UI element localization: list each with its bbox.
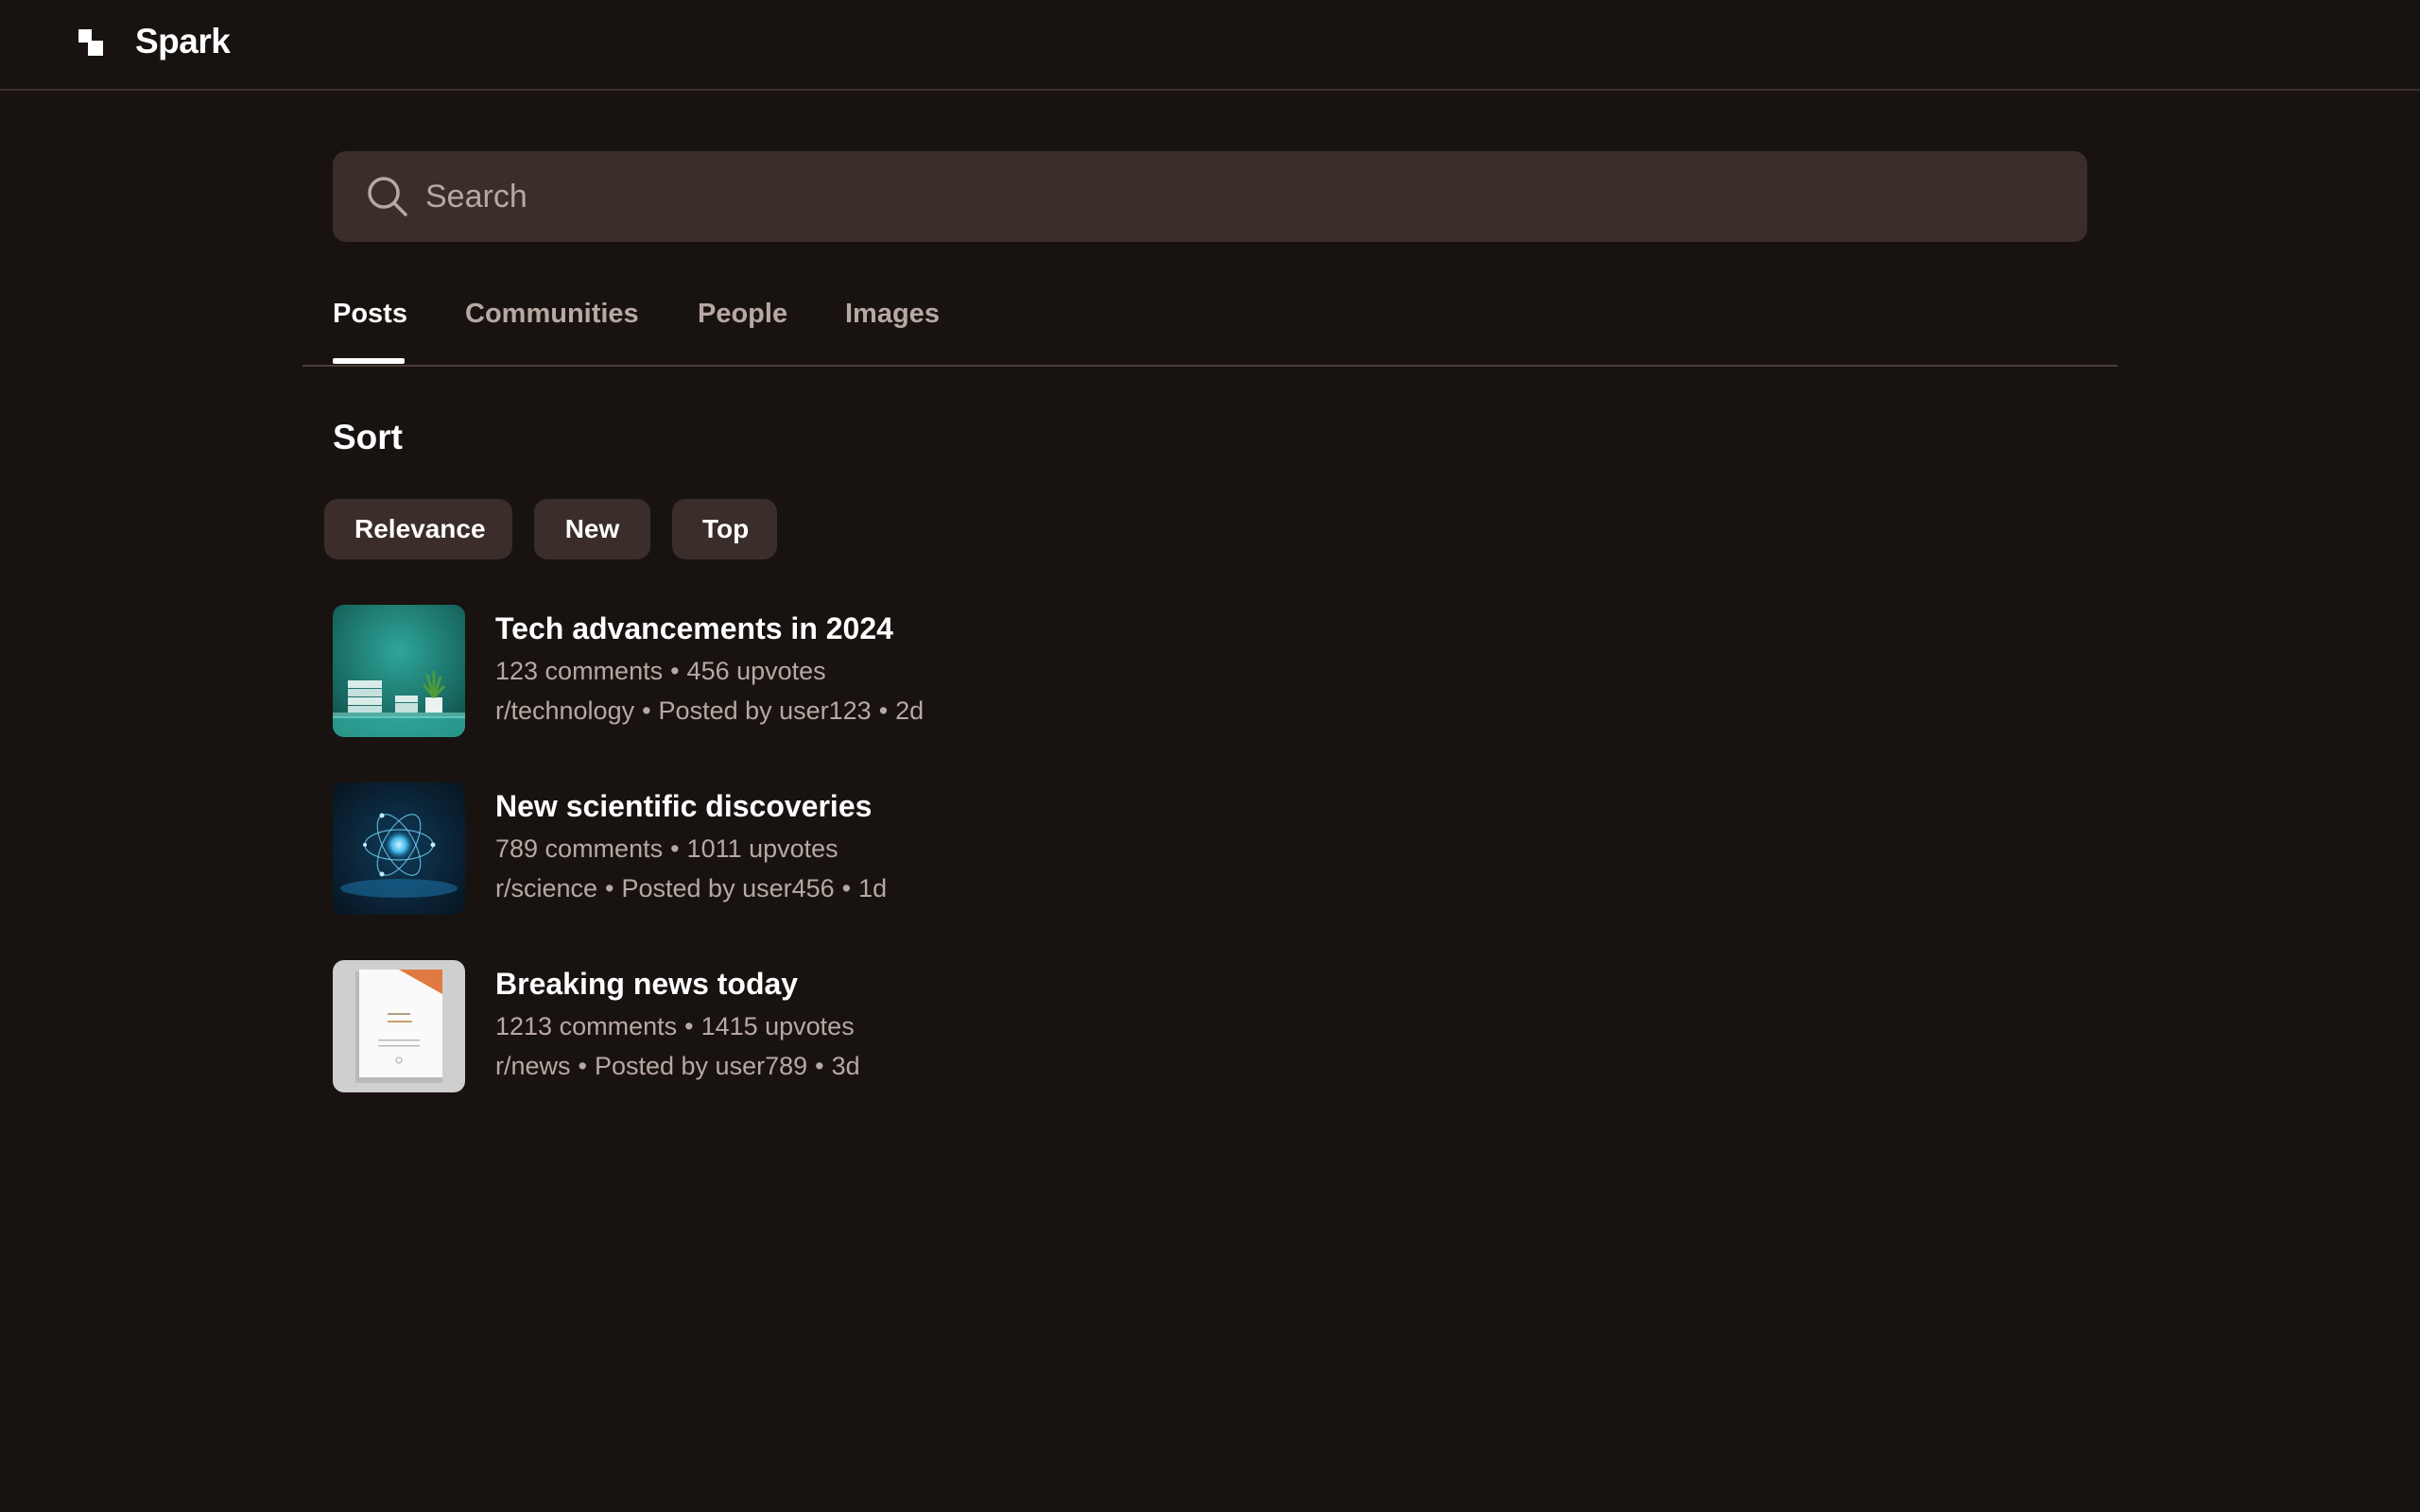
atom-thumbnail[interactable] (333, 782, 465, 915)
result-meta: r/science • Posted by user456 • 1d (495, 871, 887, 905)
newspaper-thumbnail[interactable] (333, 960, 465, 1092)
separator: • (605, 874, 614, 902)
search-tabs: Posts Communities People Images (302, 284, 2118, 367)
community-link[interactable]: r/technology (495, 696, 634, 725)
search-input[interactable] (424, 168, 2031, 225)
separator: • (670, 657, 680, 685)
community-link[interactable]: r/science (495, 874, 597, 902)
post-age: 3d (831, 1052, 860, 1080)
separator: • (878, 696, 889, 725)
separator: • (642, 696, 651, 725)
community-link[interactable]: r/news (495, 1052, 571, 1080)
sort-heading: Sort (333, 418, 403, 456)
result-stats: 789 comments • 1011 upvotes (495, 832, 838, 866)
separator: • (684, 1012, 694, 1040)
comment-count: 1213 comments (495, 1012, 678, 1040)
separator: • (578, 1052, 587, 1080)
result-stats: 1213 comments • 1415 upvotes (495, 1009, 855, 1043)
result-meta: r/technology • Posted by user123 • 2d (495, 694, 924, 728)
comment-count: 789 comments (495, 834, 664, 863)
posted-by: Posted by user789 (594, 1052, 808, 1080)
result-title[interactable]: Tech advancements in 2024 (495, 609, 893, 648)
tab-posts[interactable]: Posts (333, 295, 407, 333)
tech-desk-thumbnail[interactable] (333, 605, 465, 737)
sort-relevance-button[interactable]: Relevance (324, 499, 512, 559)
upvote-count: 456 upvotes (686, 657, 826, 685)
tab-images[interactable]: Images (845, 295, 940, 333)
separator: • (815, 1052, 824, 1080)
search-bar[interactable] (333, 151, 2087, 242)
result-item[interactable]: New scientific discoveries 789 comments •… (333, 782, 1467, 915)
top-header: Spark (0, 0, 2420, 91)
upvote-count: 1415 upvotes (700, 1012, 855, 1040)
post-age: 2d (895, 696, 925, 725)
tab-communities[interactable]: Communities (465, 295, 639, 333)
result-item[interactable]: Tech advancements in 2024 123 comments • 4… (333, 605, 1467, 737)
active-tab-indicator (333, 358, 405, 364)
result-item[interactable]: Breaking news today 1213 comments • 1415 u… (333, 960, 1467, 1092)
result-meta: r/news • Posted by user789 • 3d (495, 1049, 860, 1083)
posted-by: Posted by user123 (658, 696, 872, 725)
result-title[interactable]: Breaking news today (495, 964, 798, 1004)
result-stats: 123 comments • 456 upvotes (495, 654, 826, 688)
separator: • (670, 834, 680, 863)
spark-logo-icon[interactable] (78, 29, 103, 56)
comment-count: 123 comments (495, 657, 664, 685)
separator: • (841, 874, 852, 902)
tab-people[interactable]: People (698, 295, 787, 333)
search-icon (368, 177, 407, 216)
posted-by: Posted by user456 (621, 874, 835, 902)
sort-top-button[interactable]: Top (672, 499, 777, 559)
app-brand[interactable]: Spark (135, 17, 231, 66)
upvote-count: 1011 upvotes (686, 834, 838, 863)
post-age: 1d (858, 874, 888, 902)
sort-new-button[interactable]: New (534, 499, 650, 559)
result-title[interactable]: New scientific discoveries (495, 786, 872, 826)
